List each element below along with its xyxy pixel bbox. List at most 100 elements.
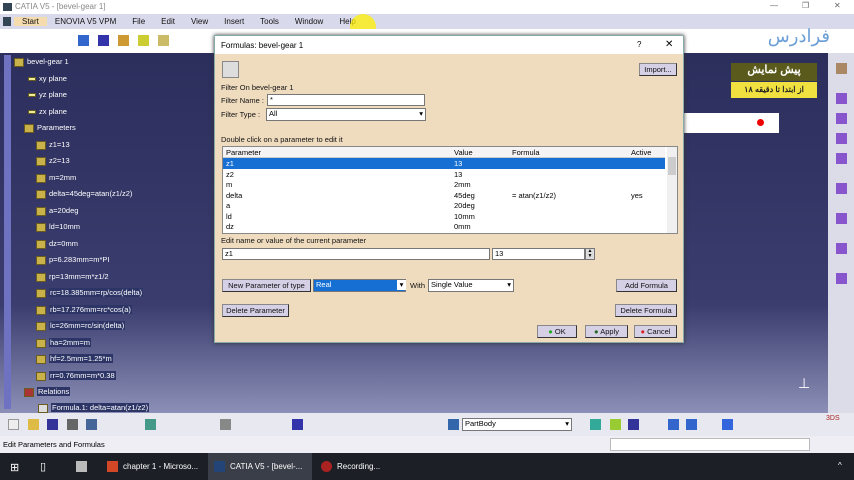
- taskbar-recording[interactable]: Recording...: [315, 453, 419, 480]
- table-scrollbar[interactable]: [667, 147, 677, 233]
- add-formula-button[interactable]: Add Formula: [616, 279, 677, 292]
- tree-parameter[interactable]: rc=18.385mm=rp/cos(delta): [36, 288, 144, 298]
- sketch-tool-icon[interactable]: [138, 35, 149, 46]
- filter-name-input[interactable]: *: [267, 94, 425, 106]
- value-spinner[interactable]: ▲ ▼: [585, 248, 595, 260]
- tree-parameter[interactable]: dz=0mm: [36, 239, 78, 249]
- new-file-icon[interactable]: [8, 419, 19, 430]
- sketcher-icon[interactable]: [836, 63, 847, 74]
- task-view-icon[interactable]: ▯: [40, 460, 46, 473]
- folder-tool-icon[interactable]: [158, 35, 169, 46]
- save-icon[interactable]: [47, 419, 58, 430]
- menu-window[interactable]: Window: [287, 17, 331, 26]
- tree-parameter[interactable]: m=2mm: [36, 173, 76, 183]
- pattern-icon[interactable]: [836, 273, 847, 284]
- tree-root[interactable]: bevel-gear 1: [14, 57, 69, 67]
- menu-view[interactable]: View: [183, 17, 216, 26]
- import-button[interactable]: Import...: [639, 63, 677, 76]
- catalog-icon[interactable]: [118, 35, 129, 46]
- tree-relations[interactable]: Relations: [24, 387, 71, 397]
- tree-parameter[interactable]: z1=13: [36, 140, 70, 150]
- value-kind-select[interactable]: Single Value ▾: [428, 279, 514, 292]
- parameter-value-input[interactable]: 13: [492, 248, 585, 260]
- parameters-table[interactable]: Parameter Value Formula Active z1 13 z2 13…: [222, 146, 678, 234]
- update-icon[interactable]: [220, 419, 231, 430]
- column-value[interactable]: Value: [454, 148, 473, 157]
- apply-button[interactable]: ● Apply: [585, 325, 628, 338]
- tray-chevron-icon[interactable]: ^: [838, 461, 842, 470]
- print-icon[interactable]: [67, 419, 78, 430]
- menu-insert[interactable]: Insert: [216, 17, 252, 26]
- groove-icon[interactable]: [836, 153, 847, 164]
- delete-formula-button[interactable]: Delete Formula: [615, 304, 677, 317]
- help-button[interactable]: ?: [637, 40, 641, 49]
- cut-icon[interactable]: [86, 419, 97, 430]
- shaft-icon[interactable]: [836, 133, 847, 144]
- tree-parameter[interactable]: rb=17.276mm=rc*cos(a): [36, 305, 132, 315]
- table-row[interactable]: m 2mm: [223, 179, 665, 190]
- part-body-select[interactable]: PartBody ▾: [462, 418, 572, 431]
- axis-icon[interactable]: [78, 35, 89, 46]
- tree-parameter[interactable]: rr=0.76mm=m*0.38: [36, 371, 116, 381]
- delete-parameter-button[interactable]: Delete Parameter: [222, 304, 289, 317]
- table-row[interactable]: z1 13: [223, 158, 665, 169]
- zoom-out-icon[interactable]: [686, 419, 697, 430]
- tree-parameter[interactable]: z2=13: [36, 156, 70, 166]
- parameter-name-input[interactable]: z1: [222, 248, 490, 260]
- menu-start[interactable]: Start: [14, 17, 47, 26]
- fit-all-icon[interactable]: [610, 419, 621, 430]
- chamfer-icon[interactable]: [836, 243, 847, 254]
- ok-button[interactable]: ● OK: [537, 325, 577, 338]
- minimize-button[interactable]: —: [770, 1, 778, 10]
- body-icon[interactable]: [448, 419, 459, 430]
- tree-parameter[interactable]: ha=2mm=m: [36, 338, 92, 348]
- menu-file[interactable]: File: [124, 17, 153, 26]
- tree-parameter[interactable]: delta=45deg=atan(z1/z2): [36, 189, 132, 199]
- tree-scrollbar[interactable]: [4, 55, 11, 409]
- menu-enovia[interactable]: ENOVIA V5 VPM: [47, 17, 124, 26]
- parameter-type-select[interactable]: Real ▾: [313, 279, 406, 292]
- taskbar-catia[interactable]: CATIA V5 - [bevel-...: [208, 453, 312, 480]
- undo-icon[interactable]: [145, 419, 156, 430]
- open-icon[interactable]: [28, 419, 39, 430]
- tree-parameter[interactable]: hf=2.5mm=1.25*m: [36, 354, 113, 364]
- cancel-button[interactable]: ● Cancel: [634, 325, 677, 338]
- zoom-in-icon[interactable]: [668, 419, 679, 430]
- fly-mode-icon[interactable]: [590, 419, 601, 430]
- tree-parameters[interactable]: Parameters: [24, 123, 76, 133]
- column-parameter[interactable]: Parameter: [226, 148, 261, 157]
- incremental-display-icon[interactable]: [222, 61, 239, 78]
- grid-icon[interactable]: [292, 419, 303, 430]
- tree-relation[interactable]: Formula.1: delta=atan(z1/z2): [38, 403, 150, 413]
- hole-icon[interactable]: [836, 183, 847, 194]
- table-row[interactable]: dz 0mm: [223, 221, 665, 232]
- column-formula[interactable]: Formula: [512, 148, 540, 157]
- fillet-icon[interactable]: [836, 213, 847, 224]
- close-window-button[interactable]: ✕: [834, 1, 841, 10]
- maximize-button[interactable]: ❐: [802, 1, 809, 10]
- grid-icon[interactable]: [98, 35, 109, 46]
- command-input[interactable]: [610, 438, 810, 451]
- pad-icon[interactable]: [836, 93, 847, 104]
- tree-parameter[interactable]: lc=26mm=rc/sin(delta): [36, 321, 126, 331]
- tree-parameter[interactable]: a=20deg: [36, 206, 78, 216]
- pocket-icon[interactable]: [836, 113, 847, 124]
- scrollbar-thumb[interactable]: [668, 157, 676, 175]
- taskbar-powerpoint[interactable]: chapter 1 - Microso...: [101, 453, 205, 480]
- tree-parameter[interactable]: ld=10mm: [36, 222, 80, 232]
- table-row[interactable]: z2 13: [223, 169, 665, 180]
- column-active[interactable]: Active: [631, 148, 651, 157]
- compass-axis-icon[interactable]: ⊥: [798, 375, 810, 392]
- menu-tools[interactable]: Tools: [252, 17, 287, 26]
- dialog-close-button[interactable]: ✕: [665, 39, 673, 50]
- pinned-app-icon[interactable]: [76, 461, 87, 472]
- tree-plane[interactable]: yz plane: [28, 90, 67, 99]
- table-row[interactable]: ld 10mm: [223, 211, 665, 222]
- menu-edit[interactable]: Edit: [153, 17, 183, 26]
- tree-parameter[interactable]: rp=13mm=m*z1/2: [36, 272, 109, 282]
- table-row[interactable]: delta 45deg = atan(z1/z2) yes: [223, 190, 665, 201]
- table-row[interactable]: a 20deg: [223, 200, 665, 211]
- filter-type-select[interactable]: All ▾: [266, 108, 426, 121]
- windows-start-icon[interactable]: ⊞: [10, 461, 19, 474]
- tree-plane[interactable]: zx plane: [28, 107, 67, 116]
